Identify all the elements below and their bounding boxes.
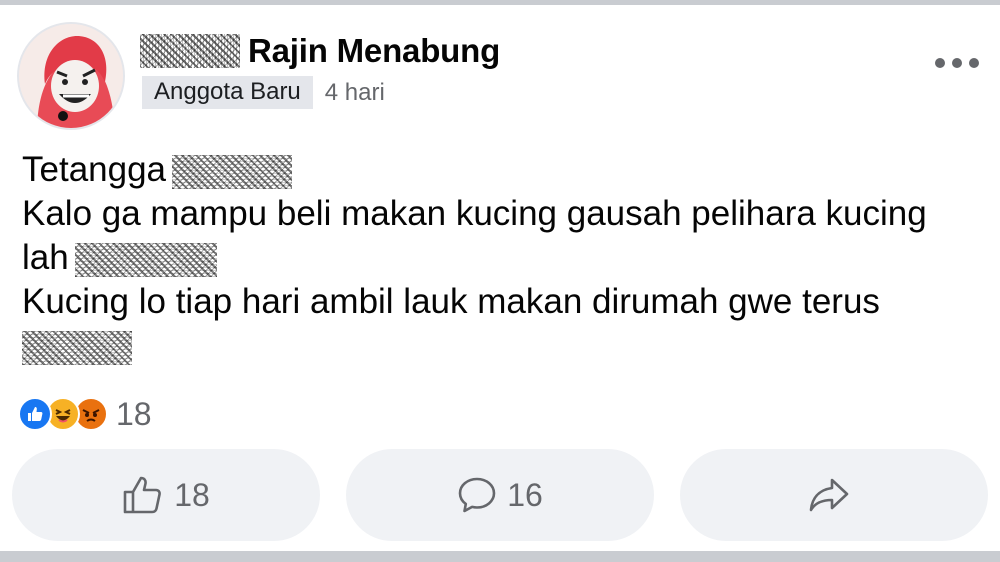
top-divider (0, 0, 1000, 5)
thumbs-up-icon (123, 476, 162, 514)
post-meta: Anggota Baru 4 hari (142, 76, 385, 109)
post-line: Kucing lo tiap hari ambil lauk makan dir… (22, 282, 880, 321)
avatar-image (19, 24, 123, 128)
action-bar: 18 16 (12, 449, 988, 541)
more-options-button[interactable] (935, 54, 979, 72)
author-row: Rajin Menabung (140, 30, 500, 72)
post-line: Kalo ga mampu beli makan kucing gausah p… (22, 194, 927, 233)
like-icon (18, 397, 52, 431)
like-button[interactable]: 18 (12, 449, 320, 541)
avatar[interactable] (17, 22, 125, 130)
post-body: Tetangga Kalo ga mampu beli makan kucing… (22, 148, 992, 368)
censored-region (74, 242, 217, 277)
post-line (22, 324, 992, 368)
reaction-summary[interactable]: 18 (18, 396, 152, 432)
share-button[interactable] (680, 449, 988, 541)
author-name[interactable]: Rajin Menabung (248, 32, 500, 70)
comment-bubble-icon (458, 477, 496, 513)
member-badge: Anggota Baru (142, 76, 313, 109)
censored-region (22, 330, 132, 365)
censored-region (172, 154, 293, 189)
comment-count: 16 (507, 476, 543, 513)
more-dot-icon (935, 58, 945, 68)
bottom-divider (0, 551, 1000, 562)
more-dot-icon (969, 58, 979, 68)
post-line: lah (22, 236, 992, 280)
more-dot-icon (952, 58, 962, 68)
post-line: Tetangga (22, 148, 992, 192)
censored-region (140, 34, 240, 68)
post-timestamp[interactable]: 4 hari (325, 79, 385, 107)
share-arrow-icon (809, 478, 849, 512)
comment-button[interactable]: 16 (346, 449, 654, 541)
reaction-count: 18 (116, 395, 152, 432)
like-count: 18 (174, 476, 210, 513)
